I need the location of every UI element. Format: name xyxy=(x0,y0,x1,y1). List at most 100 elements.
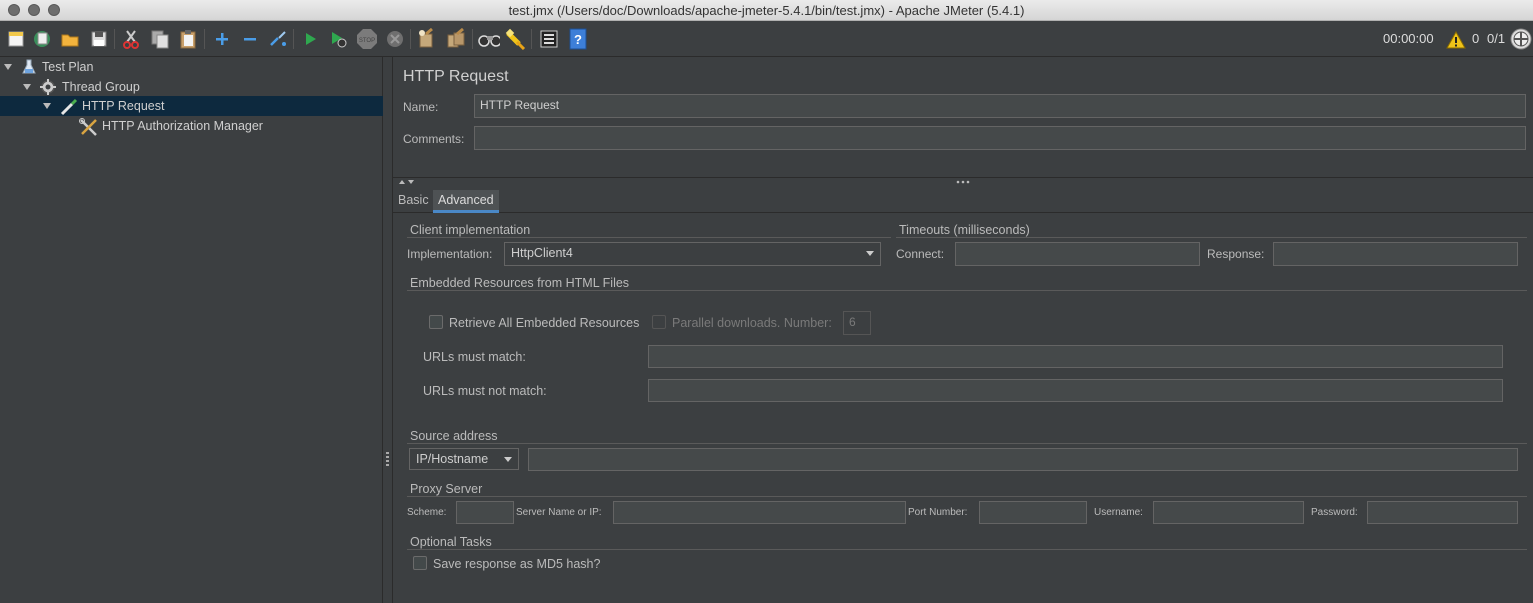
svg-text:?: ? xyxy=(574,32,582,47)
source-type-value: IP/Hostname xyxy=(416,452,489,466)
shutdown-icon[interactable] xyxy=(384,28,406,50)
embedded-separator xyxy=(407,290,1527,291)
gear-icon xyxy=(40,79,56,95)
proxy-password-label: Password: xyxy=(1311,507,1358,518)
window-titlebar: test.jmx (/Users/doc/Downloads/apache-jm… xyxy=(0,0,1533,21)
proxy-server-field[interactable] xyxy=(613,501,906,524)
paste-icon[interactable] xyxy=(177,28,199,50)
urls-match-input[interactable] xyxy=(654,349,1497,363)
response-timeout-input[interactable] xyxy=(1279,246,1512,260)
proxy-separator xyxy=(407,496,1527,497)
function-helper-icon[interactable] xyxy=(538,28,560,50)
tab-advanced[interactable]: Advanced xyxy=(433,190,499,213)
warning-icon[interactable] xyxy=(1445,29,1467,51)
http-request-panel: HTTP Request Name: Comments: Basic Advan… xyxy=(393,57,1533,603)
response-label: Response: xyxy=(1207,247,1265,261)
start-no-timers-icon[interactable] xyxy=(327,28,349,50)
proxy-server-label: Server Name or IP: xyxy=(516,507,602,518)
stop-icon[interactable]: STOP xyxy=(356,28,378,50)
templates-icon[interactable] xyxy=(31,28,53,50)
md5-checkbox[interactable] xyxy=(413,556,427,570)
new-icon[interactable] xyxy=(5,28,27,50)
toggle-icon[interactable] xyxy=(267,28,289,50)
proxy-title: Proxy Server xyxy=(410,482,486,496)
help-icon[interactable]: ? xyxy=(567,28,589,50)
reset-search-icon[interactable] xyxy=(505,28,527,50)
chevron-down-icon xyxy=(504,457,512,462)
urls-match-field[interactable] xyxy=(648,345,1503,368)
source-address-input[interactable] xyxy=(534,452,1512,466)
tools-icon xyxy=(79,118,99,136)
name-label: Name: xyxy=(403,100,439,114)
proxy-password-field[interactable] xyxy=(1367,501,1518,524)
tree-item-http-authorization-manager[interactable]: HTTP Authorization Manager xyxy=(0,116,383,136)
tree-item-label: HTTP Authorization Manager xyxy=(102,119,263,133)
clear-all-icon[interactable] xyxy=(445,28,467,50)
connect-timeout-input[interactable] xyxy=(961,246,1194,260)
cut-icon[interactable] xyxy=(120,28,142,50)
comments-input[interactable] xyxy=(480,130,1520,144)
tab-basic[interactable]: Basic xyxy=(393,190,434,213)
collapse-arrows-icon[interactable] xyxy=(397,178,415,186)
embedded-title: Embedded Resources from HTML Files xyxy=(410,276,633,290)
timeouts-title: Timeouts (milliseconds) xyxy=(899,223,1033,237)
toolbar: STOP ? 00:00:00 0 0/1 xyxy=(0,21,1533,57)
name-input[interactable] xyxy=(480,98,1520,112)
expand-icon[interactable] xyxy=(211,28,233,50)
name-field[interactable] xyxy=(474,94,1526,118)
chevron-down-icon xyxy=(866,251,874,256)
implementation-select[interactable]: HttpClient4 xyxy=(504,242,881,266)
source-type-select[interactable]: IP/Hostname xyxy=(409,448,519,470)
proxy-scheme-label: Scheme: xyxy=(407,507,447,518)
tree-item-thread-group[interactable]: Thread Group xyxy=(0,77,383,97)
copy-icon[interactable] xyxy=(149,28,171,50)
source-address-field[interactable] xyxy=(528,448,1518,471)
tree-item-http-request[interactable]: HTTP Request xyxy=(0,96,383,116)
proxy-scheme-field[interactable] xyxy=(456,501,514,524)
comments-label: Comments: xyxy=(403,132,465,146)
collapse-icon[interactable] xyxy=(239,28,261,50)
retrieve-embedded-checkbox[interactable] xyxy=(429,315,443,329)
expand-arrow-icon[interactable] xyxy=(23,84,31,90)
expand-arrow-icon[interactable] xyxy=(43,103,51,109)
source-title: Source address xyxy=(410,429,501,443)
parallel-number-field[interactable]: 6 xyxy=(843,311,871,335)
svg-text:STOP: STOP xyxy=(359,38,375,44)
tree-item-test-plan[interactable]: Test Plan xyxy=(0,57,383,77)
proxy-username-field[interactable] xyxy=(1153,501,1304,524)
horizontal-splitter[interactable] xyxy=(393,177,1533,185)
client-impl-separator xyxy=(407,237,891,238)
thread-count: 0/1 xyxy=(1487,31,1506,46)
urls-match-label: URLs must match: xyxy=(423,350,526,364)
timeouts-separator xyxy=(896,237,1527,238)
splitter-grip-icon[interactable] xyxy=(386,452,389,466)
open-icon[interactable] xyxy=(59,28,81,50)
parallel-downloads-label: Parallel downloads. Number: xyxy=(672,316,832,330)
clear-icon[interactable] xyxy=(416,28,438,50)
urls-not-match-input[interactable] xyxy=(654,383,1497,397)
tab-bar: Basic Advanced xyxy=(393,187,1533,213)
warning-count: 0 xyxy=(1472,31,1480,46)
expand-arrow-icon[interactable] xyxy=(4,64,12,70)
drag-handle-icon[interactable] xyxy=(956,179,970,185)
optional-separator xyxy=(407,549,1527,550)
optional-title: Optional Tasks xyxy=(410,535,495,549)
search-icon[interactable] xyxy=(478,28,500,50)
page-title: HTTP Request xyxy=(403,68,509,85)
source-separator xyxy=(407,443,1527,444)
sampler-pipette-icon xyxy=(60,98,78,116)
test-plan-tree: Test Plan Thread Group HTTP Request HTTP… xyxy=(0,57,383,603)
start-icon[interactable] xyxy=(299,28,321,50)
urls-not-match-label: URLs must not match: xyxy=(423,384,547,398)
response-timeout-field[interactable] xyxy=(1273,242,1518,266)
connect-timeout-field[interactable] xyxy=(955,242,1200,266)
comments-field[interactable] xyxy=(474,126,1526,150)
save-icon[interactable] xyxy=(88,28,110,50)
parallel-number-value: 6 xyxy=(849,315,856,329)
proxy-port-field[interactable] xyxy=(979,501,1087,524)
urls-not-match-field[interactable] xyxy=(648,379,1503,402)
vertical-splitter[interactable] xyxy=(383,57,393,603)
proxy-username-label: Username: xyxy=(1094,507,1143,518)
connect-label: Connect: xyxy=(896,247,945,261)
parallel-downloads-checkbox[interactable] xyxy=(652,315,666,329)
